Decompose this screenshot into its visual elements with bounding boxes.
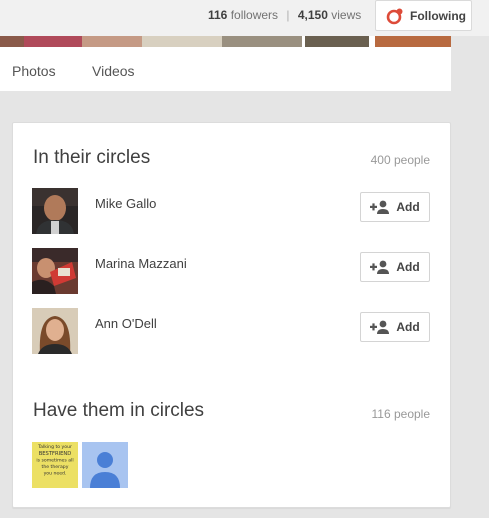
add-person-icon (370, 260, 390, 274)
add-button[interactable]: Add (360, 252, 430, 282)
svg-text:Talking to your: Talking to your (37, 444, 72, 450)
add-button[interactable]: Add (360, 192, 430, 222)
svg-text:is sometimes all: is sometimes all (36, 458, 73, 464)
views-count: 4,150 (297, 8, 328, 22)
followers-label: followers (230, 8, 279, 22)
media-tabs: Photos Videos (0, 47, 451, 91)
avatar-sticky-note[interactable]: Talking to your BESTFRIEND is sometimes … (32, 442, 78, 488)
circles-card: In their circles 400 people Mike Gallo A… (12, 122, 451, 508)
list-item: Ann O'Dell Add (32, 308, 432, 354)
cover-photo-strip (0, 36, 451, 47)
have-them-in-circles-title: Have them in circles (33, 400, 205, 421)
tab-photos[interactable]: Photos (12, 63, 56, 79)
views-label: views (331, 8, 362, 22)
in-their-circles-title: In their circles (33, 147, 151, 168)
tab-videos[interactable]: Videos (92, 63, 135, 79)
avatar-default[interactable] (82, 442, 128, 488)
person-name[interactable]: Mike Gallo (95, 196, 156, 211)
add-label: Add (396, 200, 420, 214)
add-person-icon (370, 200, 390, 214)
following-button[interactable]: Following (375, 0, 472, 31)
avatar[interactable] (32, 248, 78, 294)
list-item: Marina Mazzani Add (32, 248, 432, 294)
avatar[interactable] (32, 308, 78, 354)
person-name[interactable]: Marina Mazzani (95, 256, 187, 271)
person-name[interactable]: Ann O'Dell (95, 316, 157, 331)
followers-count: 116 (208, 8, 228, 22)
add-button[interactable]: Add (360, 312, 430, 342)
profile-stats: 116 followers | 4,150 views (208, 8, 361, 22)
svg-text:the therapy: the therapy (42, 464, 69, 470)
circles-icon (386, 7, 404, 25)
stats-separator: | (286, 8, 290, 22)
in-their-circles-count: 400 people (370, 153, 430, 167)
following-label: Following (410, 8, 466, 23)
list-item: Mike Gallo Add (32, 188, 432, 234)
svg-text:BESTFRIEND: BESTFRIEND (39, 451, 72, 457)
add-person-icon (370, 320, 390, 334)
add-label: Add (396, 320, 420, 334)
svg-text:you need.: you need. (44, 471, 67, 477)
add-label: Add (396, 260, 420, 274)
avatar[interactable] (32, 188, 78, 234)
profile-top-bar: 116 followers | 4,150 views Following (0, 0, 489, 36)
have-them-in-circles-count: 116 people (371, 407, 431, 421)
